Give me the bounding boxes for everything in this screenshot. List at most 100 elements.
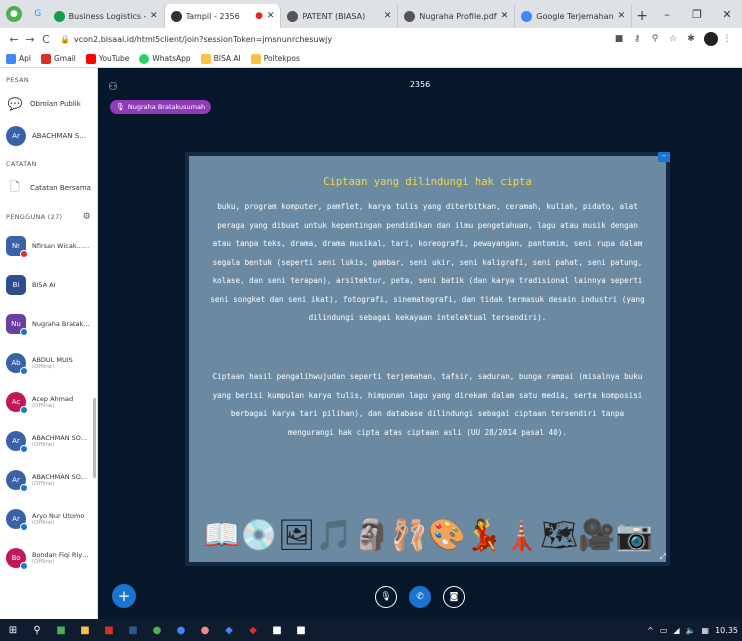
sidebar-item-shared-notes[interactable]: 🗋 Catatan Bersama — [0, 172, 97, 204]
menu-icon[interactable]: ⋮ — [718, 34, 736, 44]
section-users: PENGGUNA (27) ⚙ — [6, 212, 91, 222]
close-window-icon[interactable]: ✕ — [712, 8, 742, 21]
user-list-item[interactable]: Bi BISA AI — [0, 265, 97, 304]
user-name: Aryo Nur Utomo — [32, 511, 85, 520]
app-icon[interactable]: ■ — [100, 623, 118, 637]
user-info: ABACHMAN SOLEM...(Offline) — [32, 434, 91, 448]
audio-phone-button[interactable]: ✆ — [409, 586, 431, 608]
camera-off-button[interactable]: ◙ — [443, 586, 465, 608]
network-icon[interactable]: ◢ — [673, 626, 679, 635]
close-icon[interactable]: ✕ — [150, 11, 158, 21]
back-icon[interactable]: ← — [6, 33, 22, 46]
g-icon[interactable]: G — [30, 6, 46, 22]
tab-patent[interactable]: PATENT (BIASA) ✕ — [281, 4, 399, 28]
user-info: ABACHMAN SOLEM...(Offline) — [32, 473, 91, 487]
close-icon[interactable]: ✕ — [618, 11, 626, 21]
tab-google-translate[interactable]: Google Terjemahan ✕ — [515, 4, 633, 28]
painting-icon: 🎨 — [427, 518, 466, 553]
user-status: (Offline) — [32, 441, 55, 448]
close-icon[interactable]: ✕ — [501, 11, 509, 21]
keyboard-icon[interactable]: ▦ — [702, 626, 710, 635]
user-name: Acep Ahmad — [32, 394, 74, 403]
close-icon[interactable]: ✕ — [384, 11, 392, 21]
url-field[interactable]: 🔒 vcon2.bisaai.id/html5client/join?sessi… — [60, 31, 604, 47]
app-icon[interactable]: ■ — [292, 623, 310, 637]
tab-business-logistics[interactable]: Business Logistics - benefits ✕ — [48, 4, 165, 28]
map-icon: 🗺 — [540, 518, 579, 553]
key-icon[interactable]: ⚷ — [628, 34, 646, 44]
user-list-item[interactable]: Ar Aryo Nur Utomo (Offline) — [0, 499, 97, 538]
user-list-item[interactable]: Ar ABACHMAN SOLEM...(Offline) — [0, 421, 97, 460]
section-notes: CATATAN — [6, 160, 37, 168]
clock[interactable]: 10.35 — [715, 626, 738, 635]
app-icon[interactable]: ■ — [268, 623, 286, 637]
maximize-icon[interactable]: ❐ — [682, 8, 712, 21]
user-info: ABDUL MUIS (Offline) — [32, 356, 73, 370]
chevron-up-icon[interactable]: ^ — [647, 626, 654, 635]
sidebar-item-private-chat[interactable]: Ar ABACHMAN SOLEMA... — [0, 120, 97, 152]
star-icon[interactable]: ☆ — [664, 34, 682, 44]
bookmark-gmail[interactable]: Gmail — [40, 53, 76, 64]
user-name: Bondan Fiqi Riyalda — [32, 550, 91, 559]
sidebar-item-public-chat[interactable]: 💬 Obrolan Publik — [0, 88, 97, 120]
word-icon[interactable]: ■ — [124, 623, 142, 637]
tab-nugraha-profile[interactable]: Nugraha Profile.pdf ✕ — [398, 4, 516, 28]
file-explorer-icon[interactable]: ■ — [76, 623, 94, 637]
mute-microphone-button[interactable]: 🎙 — [375, 586, 397, 608]
tab-favicon — [170, 10, 182, 22]
user-list-item[interactable]: Bo Bondan Fiqi Riyalda (Offline) — [0, 538, 97, 577]
zoom-icon[interactable]: ⚲ — [646, 34, 664, 44]
user-info: Nfirsan Wicak... (Anda) — [32, 242, 91, 250]
windows-start-icon[interactable]: ⊞ — [4, 623, 22, 637]
user-list-item[interactable]: Ab ABDUL MUIS (Offline) — [0, 343, 97, 382]
user-status: (Offline) — [32, 558, 55, 565]
close-icon[interactable]: ✕ — [267, 11, 275, 21]
avatar: Ar — [6, 508, 28, 531]
music-note-icon: 🎵 — [315, 518, 354, 553]
tab-favicon — [521, 10, 533, 22]
sidebar-scrollbar[interactable] — [93, 398, 96, 478]
user-list-item[interactable]: Ar ABACHMAN SOLEM...(Offline) — [0, 460, 97, 499]
bookmark-bisa-ai[interactable]: BISA AI — [200, 53, 241, 64]
gear-icon[interactable]: ⚙ — [83, 212, 91, 222]
microphone-icon: 🎙 — [116, 103, 125, 111]
user-list-item[interactable]: Nu Nugraha Bratakusu... — [0, 304, 97, 343]
bookmark-whatsapp[interactable]: WhatsApp — [139, 53, 191, 64]
minimize-icon[interactable]: – — [652, 8, 682, 21]
user-list-item[interactable]: Ac Acep Ahmad (Offline) — [0, 382, 97, 421]
avatar: Nr — [6, 235, 28, 258]
camera-icon[interactable]: ■ — [610, 34, 628, 44]
new-tab-button[interactable]: + — [632, 4, 652, 28]
chrome-taskbar-icon[interactable]: ● — [148, 623, 166, 637]
status-dot — [20, 561, 28, 570]
address-bar: ← → C 🔒 vcon2.bisaai.id/html5client/join… — [0, 28, 742, 50]
disc-icon: 💿 — [240, 518, 278, 553]
profile-avatar[interactable] — [704, 32, 718, 46]
volume-icon[interactable]: 🔈 — [686, 626, 696, 635]
avatar: Ar — [6, 469, 28, 492]
app-icon[interactable]: ● — [172, 623, 190, 637]
bookmark-youtube[interactable]: YouTube — [85, 53, 129, 64]
tab-tampil[interactable]: Tampil - 2356 ● ✕ — [164, 4, 282, 28]
browser-tab-bar: ● G Business Logistics - benefits ✕ Tamp… — [0, 0, 742, 28]
app-icon[interactable]: ● — [196, 623, 214, 637]
battery-icon[interactable]: ▭ — [660, 626, 668, 635]
minimize-presentation-button[interactable]: – — [658, 152, 670, 162]
book-icon: 📖 — [203, 518, 241, 553]
forward-icon[interactable]: → — [22, 33, 38, 46]
search-icon[interactable]: ⚲ — [28, 623, 46, 637]
app-icon[interactable]: ◆ — [244, 623, 262, 637]
bookmark-apps[interactable]: Apl — [6, 53, 31, 64]
extensions-icon[interactable]: ✱ — [682, 34, 700, 44]
app-icon[interactable]: ◆ — [220, 623, 238, 637]
film-camera-icon: 🎥 — [578, 518, 616, 553]
task-view-icon[interactable]: ■ — [52, 623, 70, 637]
fullscreen-icon[interactable]: ⤢ — [660, 552, 666, 562]
avatar: Ar — [6, 126, 26, 146]
presentation-area: ⚇ 2356 🎙 Nugraha Bratakusumah – Ciptaan … — [98, 68, 742, 619]
bookmark-poltekpos[interactable]: Poltekpos — [250, 53, 300, 64]
note-icon: 🗋 — [10, 179, 20, 194]
user-list-item[interactable]: Nr Nfirsan Wicak... (Anda) — [0, 226, 97, 265]
avatar: Ab — [6, 352, 28, 375]
reload-icon[interactable]: C — [38, 33, 54, 46]
